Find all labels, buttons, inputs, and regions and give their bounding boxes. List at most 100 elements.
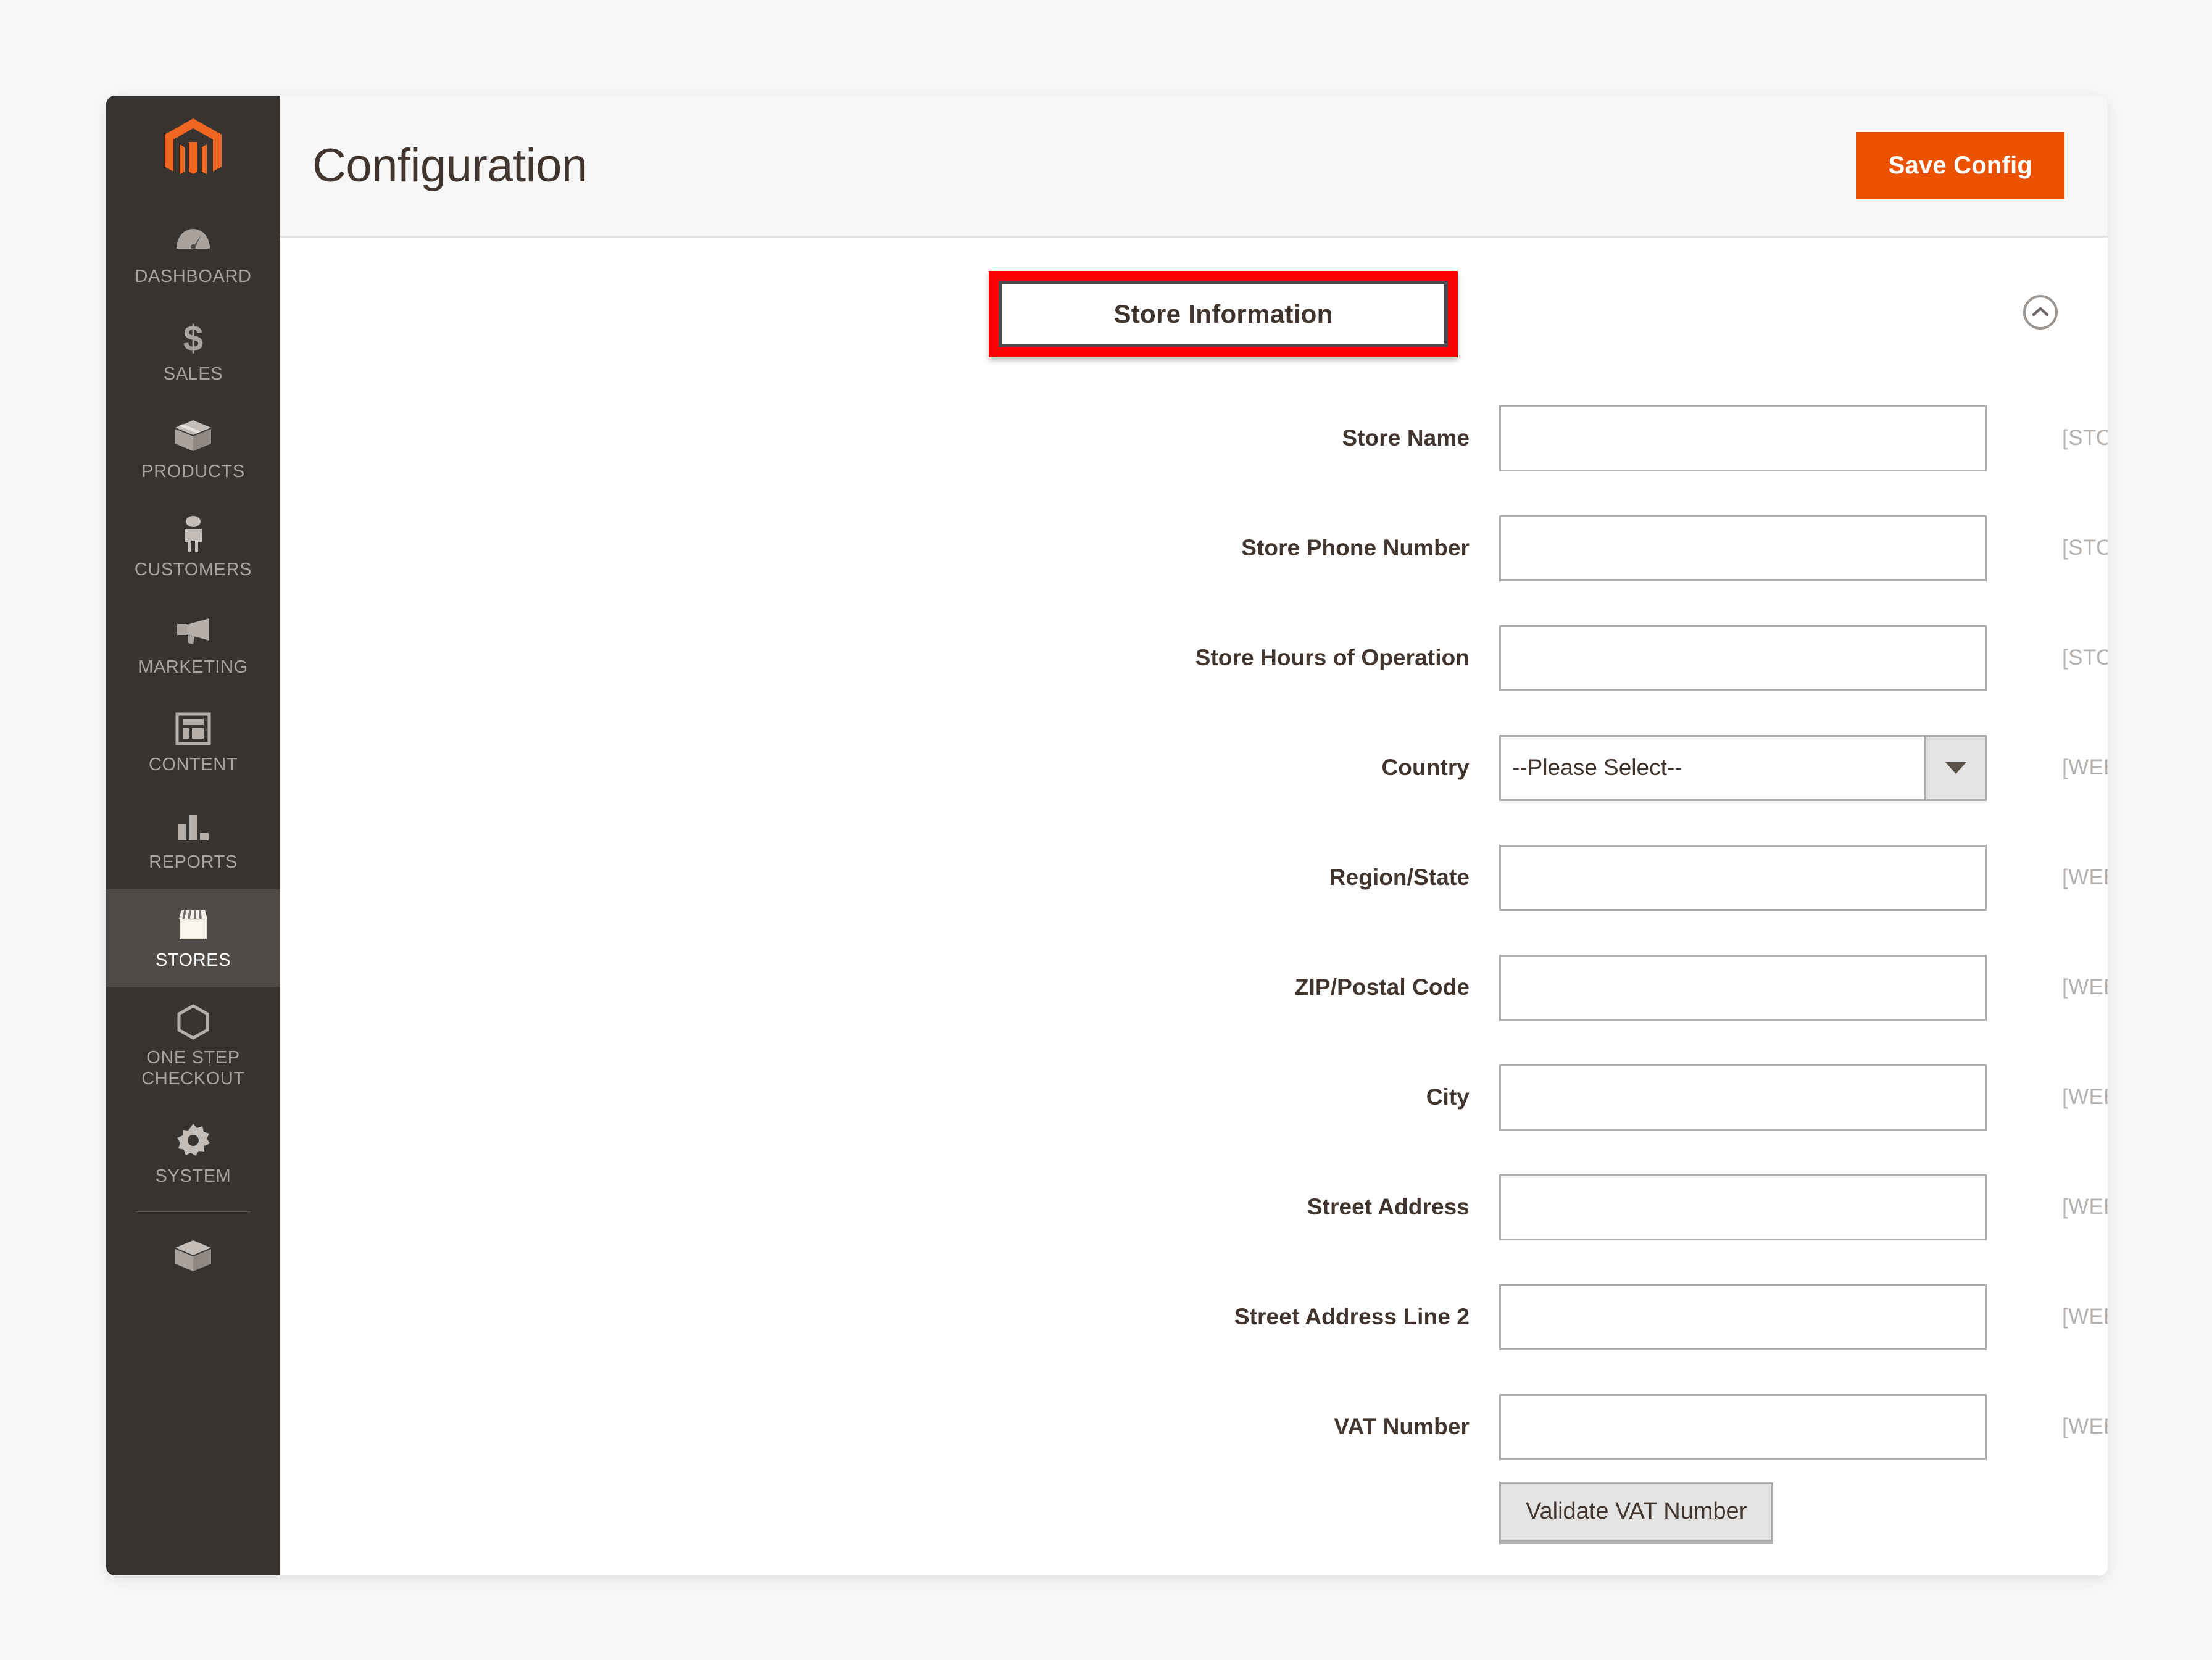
scope-label: [STORE VIEW]	[2062, 426, 2108, 450]
country-select-value: --Please Select--	[1512, 755, 1682, 780]
sidebar-item-extensions[interactable]	[106, 1221, 280, 1297]
chevron-up-circle-icon[interactable]	[2021, 293, 2060, 331]
sidebar-item-label: MARKETING	[138, 657, 248, 677]
sidebar-item-marketing[interactable]: MARKETING	[106, 596, 280, 694]
sidebar-item-label: ONE STEP CHECKOUT	[141, 1047, 245, 1089]
save-config-button[interactable]: Save Config	[1856, 132, 2064, 199]
sidebar-item-label: CONTENT	[148, 755, 238, 775]
primary-sidebar: DASHBOARD $ SALES PRODUCTS CUSTOMERS MAR…	[106, 96, 280, 1575]
magento-logo-icon	[165, 118, 222, 175]
field-label: Store Phone Number	[1241, 535, 1470, 560]
form-row-vat-number: VAT Number [WEBSITE]	[280, 1372, 2108, 1482]
scope-label: [STORE VIEW]	[2062, 536, 2108, 560]
store-name-input[interactable]	[1499, 405, 1987, 471]
dollar-sign-icon: $	[180, 319, 206, 357]
form-row-street-address-line-2: Street Address Line 2 [WEBSITE]	[280, 1262, 2108, 1372]
scope-label: [WEBSITE]	[2062, 975, 2108, 999]
configuration-content: Store Information Store Name [STO Store …	[280, 238, 2108, 1575]
street-address-line-2-input[interactable]	[1499, 1284, 1987, 1350]
sidebar-item-products[interactable]: PRODUCTS	[106, 400, 280, 498]
city-input[interactable]	[1499, 1064, 1987, 1131]
layout-page-icon	[175, 710, 211, 748]
sidebar-divider	[136, 1211, 251, 1213]
scope-label: [WEBSITE]	[2062, 755, 2108, 779]
scope-label: [WEBSITE]	[2062, 865, 2108, 889]
field-control	[1499, 625, 1987, 691]
svg-text:$: $	[183, 320, 203, 357]
field-label: VAT Number	[1334, 1414, 1470, 1439]
sidebar-item-label: DASHBOARD	[135, 267, 252, 286]
field-control	[1499, 954, 1987, 1021]
field-control: --Please Select--	[1499, 734, 1987, 801]
store-information-header[interactable]: Store Information	[999, 281, 1448, 347]
hexagon-outline-icon	[177, 1003, 210, 1041]
section-header-row: Store Information	[280, 266, 2108, 357]
street-address-input[interactable]	[1499, 1174, 1987, 1240]
admin-window: DASHBOARD $ SALES PRODUCTS CUSTOMERS MAR…	[106, 96, 2108, 1575]
store-phone-number-input[interactable]	[1499, 515, 1987, 581]
bar-chart-icon	[175, 807, 212, 845]
field-control	[1499, 1064, 1987, 1131]
sidebar-item-system[interactable]: SYSTEM	[106, 1105, 280, 1203]
form-row-store-phone-number: Store Phone Number [STORE VIEW]	[280, 493, 2108, 603]
sidebar-item-stores[interactable]: STORES	[106, 889, 280, 987]
dashboard-gauge-icon	[175, 222, 211, 260]
scope-label: [WEBSITE]	[2062, 1085, 2108, 1109]
field-label: ZIP/Postal Code	[1294, 974, 1470, 1000]
sidebar-item-label: CUSTOMERS	[134, 559, 252, 579]
zip-postal-code-input[interactable]	[1499, 954, 1987, 1021]
magento-logo[interactable]	[106, 96, 280, 205]
form-row-zip-postal-code: ZIP/Postal Code [WEBSITE]	[280, 932, 2108, 1042]
main-content: Configuration Save Config Store Informat…	[280, 96, 2108, 1575]
page-title: Configuration	[312, 139, 588, 192]
sidebar-item-label: SALES	[163, 364, 223, 384]
sidebar-item-sales[interactable]: $ SALES	[106, 303, 280, 400]
field-label: Country	[1381, 755, 1470, 780]
vat-number-input[interactable]	[1499, 1393, 1987, 1460]
field-control	[1499, 405, 1987, 471]
sidebar-item-content[interactable]: CONTENT	[106, 694, 280, 791]
field-label: Store Name	[1342, 425, 1470, 450]
field-control	[1499, 1174, 1987, 1240]
sidebar-item-label: SYSTEM	[155, 1166, 231, 1187]
megaphone-icon	[173, 612, 213, 650]
field-control	[1499, 844, 1987, 911]
field-control	[1499, 515, 1987, 581]
sidebar-item-label: REPORTS	[149, 852, 238, 873]
storefront-icon	[174, 905, 212, 944]
field-label: Store Hours of Operation	[1195, 645, 1470, 670]
field-label: Street Address	[1307, 1194, 1470, 1219]
country-select[interactable]: --Please Select--	[1499, 734, 1987, 801]
form-row-city: City [WEBSITE]	[280, 1042, 2108, 1152]
sidebar-item-label: STORES	[155, 950, 231, 970]
page-header: Configuration Save Config	[280, 96, 2108, 238]
validate-vat-number-button[interactable]: Validate VAT Number	[1499, 1482, 1774, 1542]
form-row-country: Country --Please Select-- [WEBSITE]	[280, 713, 2108, 823]
scope-label: [WEBSITE]	[2062, 1195, 2108, 1219]
field-control	[1499, 1393, 1987, 1460]
chevron-down-icon	[1924, 736, 1985, 799]
field-label: Region/State	[1329, 865, 1470, 890]
form-row-store-name: Store Name [STORE VIEW]	[280, 383, 2108, 493]
validate-vat-row: Validate VAT Number	[280, 1482, 2108, 1574]
store-information-form: Store Name [STORE VIEW] Store Phone Numb…	[280, 346, 2108, 1574]
form-row-street-address: Street Address [WEBSITE]	[280, 1152, 2108, 1262]
extension-box-icon	[174, 1237, 212, 1275]
scope-label: [STORE VIEW]	[2062, 645, 2108, 670]
sidebar-item-customers[interactable]: CUSTOMERS	[106, 499, 280, 596]
person-icon	[179, 515, 207, 553]
field-control	[1499, 1284, 1987, 1350]
gear-icon	[175, 1121, 211, 1160]
sidebar-item-one-step-checkout[interactable]: ONE STEP CHECKOUT	[106, 987, 280, 1105]
scope-label: [WEBSITE]	[2062, 1305, 2108, 1329]
sidebar-item-label: PRODUCTS	[141, 462, 245, 482]
sidebar-item-reports[interactable]: REPORTS	[106, 791, 280, 889]
scope-label: [WEBSITE]	[2062, 1414, 2108, 1438]
field-label: Street Address Line 2	[1234, 1304, 1470, 1329]
form-row-region-state: Region/State [WEBSITE]	[280, 823, 2108, 932]
section-title: Store Information	[1113, 299, 1333, 328]
region-state-input[interactable]	[1499, 844, 1987, 911]
store-hours-of-operation-input[interactable]	[1499, 625, 1987, 691]
field-label: City	[1426, 1084, 1470, 1110]
sidebar-item-dashboard[interactable]: DASHBOARD	[106, 205, 280, 303]
